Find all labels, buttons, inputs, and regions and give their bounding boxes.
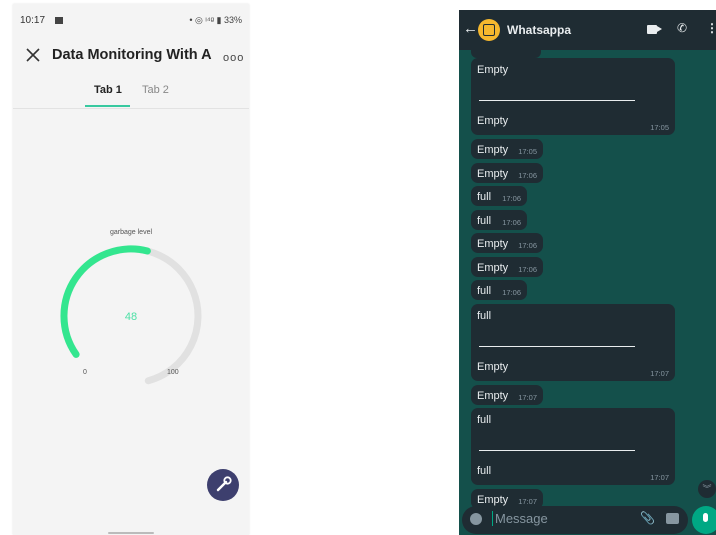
message-text: Empty bbox=[477, 64, 509, 76]
chat-message[interactable]: full Empty 17:07 bbox=[471, 303, 675, 381]
settings-fab[interactable] bbox=[207, 469, 239, 501]
chat-message[interactable]: full full 17:07 bbox=[471, 408, 675, 485]
message-time: 17:06 bbox=[518, 170, 537, 180]
message-time: 17:06 bbox=[502, 288, 521, 297]
right-phone-screen: ← Whatsappa ✆ ⋮ Empty Empty 17:05 Empty 17:0… bbox=[459, 10, 716, 535]
gauge-dial bbox=[60, 245, 202, 385]
chat-message[interactable]: full 17:06 bbox=[471, 280, 527, 300]
more-options-icon[interactable]: ooo bbox=[223, 52, 244, 64]
chat-message[interactable]: Empty 17:06 bbox=[471, 256, 543, 277]
chat-message[interactable]: Empty Empty 17:05 bbox=[471, 58, 675, 135]
title-bar: Data Monitoring With A... ooo bbox=[13, 38, 249, 76]
message-text: full bbox=[477, 309, 492, 322]
attach-icon[interactable]: 📎 bbox=[640, 511, 655, 525]
message-divider bbox=[479, 345, 635, 347]
emoji-icon[interactable] bbox=[470, 513, 482, 525]
message-time: 17:06 bbox=[518, 241, 537, 250]
message-text: full bbox=[477, 191, 492, 203]
message-time: 17:06 bbox=[502, 194, 521, 203]
chat-message[interactable]: Empty 17:05 bbox=[471, 139, 543, 159]
message-text: Empty bbox=[477, 238, 509, 250]
wrench-icon bbox=[216, 476, 232, 492]
message-divider bbox=[479, 100, 635, 101]
message-input[interactable]: Message bbox=[492, 511, 548, 526]
gauge-fill bbox=[60, 245, 151, 358]
message-time: 17:07 bbox=[650, 473, 669, 482]
message-text: full bbox=[477, 214, 492, 227]
chat-message[interactable]: full 17:06 bbox=[471, 186, 527, 206]
message-time: 17:07 bbox=[518, 392, 537, 402]
message-text: full bbox=[477, 285, 492, 297]
message-input-box[interactable]: Message 📎 bbox=[462, 506, 688, 534]
message-text: Empty bbox=[477, 167, 509, 180]
message-time: 17:06 bbox=[502, 217, 521, 227]
chat-message[interactable]: Empty 17:06 bbox=[471, 233, 543, 253]
avatar[interactable] bbox=[478, 19, 500, 41]
chat-message[interactable]: full 17:06 bbox=[471, 209, 527, 230]
menu-icon[interactable]: ⋮ bbox=[706, 21, 716, 35]
back-arrow-icon[interactable]: ← bbox=[463, 20, 478, 37]
message-time: 17:05 bbox=[518, 147, 537, 156]
video-call-icon[interactable] bbox=[647, 25, 662, 34]
close-icon[interactable] bbox=[23, 45, 43, 65]
home-indicator bbox=[108, 532, 154, 534]
tab-1[interactable]: Tab 1 bbox=[94, 84, 122, 96]
message-text: full bbox=[477, 414, 492, 426]
status-indicators: • ◎ ᵎ⁴ᵍ ▮ 33% bbox=[189, 15, 242, 25]
partial-message bbox=[471, 50, 541, 58]
message-text: Empty bbox=[477, 389, 509, 402]
message-text: Empty bbox=[477, 144, 509, 156]
message-text: full bbox=[477, 465, 492, 477]
scroll-down-icon[interactable]: ︾ bbox=[698, 480, 716, 498]
message-text: Empty bbox=[477, 494, 509, 506]
left-phone-screen: 10:17 • ◎ ᵎ⁴ᵍ ▮ 33% Data Monitoring With… bbox=[13, 4, 249, 535]
camera-icon[interactable] bbox=[666, 513, 679, 524]
message-time: 17:06 bbox=[518, 264, 537, 274]
message-divider bbox=[479, 450, 635, 451]
gauge-value: 48 bbox=[124, 311, 138, 323]
gauge-min-label: 0 bbox=[83, 369, 87, 376]
chat-header: ← Whatsappa ✆ ⋮ bbox=[459, 10, 716, 50]
status-time: 10:17 bbox=[20, 15, 46, 26]
garbage-level-gauge: garbage level 48 0 100 bbox=[13, 219, 249, 399]
active-tab-indicator bbox=[85, 105, 130, 107]
status-bar: 10:17 • ◎ ᵎ⁴ᵍ ▮ 33% bbox=[13, 4, 249, 34]
chat-message[interactable]: Empty 17:07 bbox=[471, 384, 543, 405]
gauge-max-label: 100 bbox=[167, 369, 179, 376]
gallery-icon bbox=[55, 17, 63, 24]
message-text: Empty bbox=[477, 261, 509, 274]
message-time: 17:05 bbox=[650, 123, 669, 132]
message-time: 17:07 bbox=[518, 497, 537, 506]
mic-button[interactable] bbox=[692, 506, 716, 534]
tab-bar: Tab 1 Tab 2 bbox=[13, 80, 249, 109]
message-text: Empty bbox=[477, 115, 509, 127]
tab-2[interactable]: Tab 2 bbox=[142, 84, 169, 96]
page-title: Data Monitoring With A... bbox=[52, 47, 212, 63]
voice-call-icon[interactable]: ✆ bbox=[677, 21, 687, 35]
message-time: 17:07 bbox=[650, 368, 669, 378]
contact-name[interactable]: Whatsappa bbox=[507, 23, 571, 37]
chat-message[interactable]: Empty 17:06 bbox=[471, 162, 543, 183]
message-text: Empty bbox=[477, 360, 509, 373]
